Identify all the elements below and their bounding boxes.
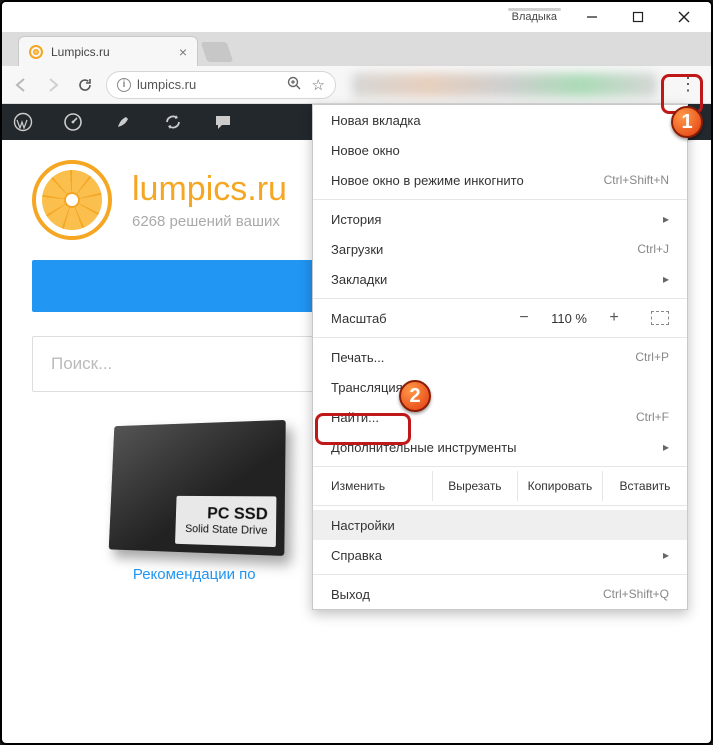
zoom-value: 110 %: [551, 311, 587, 326]
browser-window: Владыка Lumpics.ru × i lump: [0, 0, 713, 745]
site-subtitle: 6268 решений ваших: [132, 213, 287, 230]
menu-separator: [313, 574, 687, 575]
menu-label: Печать...: [331, 350, 384, 365]
tab-title: Lumpics.ru: [51, 45, 110, 59]
menu-label: Закладки: [331, 272, 387, 287]
annotation-badge-1: 1: [671, 106, 703, 138]
submenu-arrow-icon: ▸: [663, 548, 669, 562]
menu-separator: [313, 199, 687, 200]
menu-label: Загрузки: [331, 242, 383, 257]
wordpress-icon[interactable]: [12, 111, 34, 133]
dashboard-icon[interactable]: [62, 111, 84, 133]
menu-label: Настройки: [331, 518, 395, 533]
menu-label: Новая вкладка: [331, 113, 421, 128]
zoom-out-button[interactable]: −: [515, 309, 533, 327]
url-text: lumpics.ru: [137, 77, 196, 92]
submenu-arrow-icon: ▸: [663, 272, 669, 286]
menu-label: Масштаб: [331, 311, 515, 326]
zoom-in-button[interactable]: +: [605, 309, 623, 327]
address-bar[interactable]: i lumpics.ru ☆: [106, 71, 336, 99]
menu-label: Новое окно: [331, 143, 400, 158]
menu-new-window[interactable]: Новое окно: [313, 135, 687, 165]
main-menu: Новая вкладка Новое окно Новое окно в ре…: [312, 104, 688, 610]
menu-cast[interactable]: Трансляция...: [313, 372, 687, 402]
shortcut-label: Ctrl+P: [635, 350, 669, 364]
menu-edit-row: Изменить Вырезать Копировать Вставить: [313, 471, 687, 501]
menu-help[interactable]: Справка ▸: [313, 540, 687, 570]
menu-label: Справка: [331, 548, 382, 563]
extensions-area: [352, 73, 657, 97]
menu-separator: [313, 298, 687, 299]
tab-close-icon[interactable]: ×: [179, 44, 187, 60]
minimize-button[interactable]: [569, 3, 615, 31]
shortcut-label: Ctrl+Shift+N: [604, 173, 669, 187]
ssd-label-2: Solid State Drive: [185, 523, 268, 537]
menu-settings[interactable]: Настройки: [313, 510, 687, 540]
annotation-badge-2: 2: [399, 380, 431, 412]
menu-incognito[interactable]: Новое окно в режиме инкогнито Ctrl+Shift+…: [313, 165, 687, 195]
back-button[interactable]: [10, 74, 32, 96]
menu-downloads[interactable]: Загрузки Ctrl+J: [313, 234, 687, 264]
menu-label: Новое окно в режиме инкогнито: [331, 173, 524, 188]
tab-active[interactable]: Lumpics.ru ×: [18, 36, 198, 66]
fullscreen-icon[interactable]: [651, 311, 669, 325]
menu-bookmarks[interactable]: Закладки ▸: [313, 264, 687, 294]
menu-exit[interactable]: Выход Ctrl+Shift+Q: [313, 579, 687, 609]
menu-history[interactable]: История ▸: [313, 204, 687, 234]
menu-separator: [313, 505, 687, 506]
profile-chip[interactable]: Владыка: [504, 11, 565, 23]
tab-strip: Lumpics.ru ×: [2, 32, 711, 66]
menu-copy[interactable]: Копировать: [517, 471, 602, 501]
menu-label: История: [331, 212, 381, 227]
maximize-button[interactable]: [615, 3, 661, 31]
menu-separator: [313, 466, 687, 467]
menu-paste[interactable]: Вставить: [602, 471, 687, 501]
menu-edit-label: Изменить: [313, 471, 432, 501]
search-placeholder: Поиск...: [51, 354, 112, 374]
card-link-1[interactable]: Рекомендации по: [62, 566, 327, 583]
favicon-icon: [29, 45, 43, 59]
zoom-indicator-icon[interactable]: [287, 76, 302, 94]
submenu-arrow-icon: ▸: [663, 212, 669, 226]
shortcut-label: Ctrl+Shift+Q: [603, 587, 669, 601]
menu-print[interactable]: Печать... Ctrl+P: [313, 342, 687, 372]
annotation-box-2: [315, 413, 411, 445]
card-ssd[interactable]: PC SSD Solid State Drive Рекомендации по: [62, 422, 327, 583]
site-info-icon[interactable]: i: [117, 78, 131, 92]
shortcut-label: Ctrl+F: [636, 410, 669, 424]
shortcut-label: Ctrl+J: [637, 242, 669, 256]
forward-button[interactable]: [42, 74, 64, 96]
close-window-button[interactable]: [661, 3, 707, 31]
site-title-block: lumpics.ru 6268 решений ваших: [132, 170, 287, 230]
new-tab-button[interactable]: [201, 42, 233, 62]
menu-cut[interactable]: Вырезать: [432, 471, 517, 501]
submenu-arrow-icon: ▸: [663, 440, 669, 454]
bookmark-star-icon[interactable]: ☆: [312, 76, 325, 94]
site-logo-icon: [32, 160, 112, 240]
menu-new-tab[interactable]: Новая вкладка: [313, 105, 687, 135]
menu-zoom: Масштаб − 110 % +: [313, 303, 687, 333]
menu-label: Выход: [331, 587, 370, 602]
ssd-thumbnail: PC SSD Solid State Drive: [109, 420, 286, 556]
window-titlebar: Владыка: [2, 2, 711, 32]
updates-icon[interactable]: [162, 111, 184, 133]
site-title: lumpics.ru: [132, 170, 287, 209]
ssd-label-1: PC SSD: [207, 505, 268, 524]
customize-icon[interactable]: [112, 111, 134, 133]
toolbar: i lumpics.ru ☆ ⋮: [2, 66, 711, 104]
comments-icon[interactable]: [212, 111, 234, 133]
menu-separator: [313, 337, 687, 338]
reload-button[interactable]: [74, 74, 96, 96]
